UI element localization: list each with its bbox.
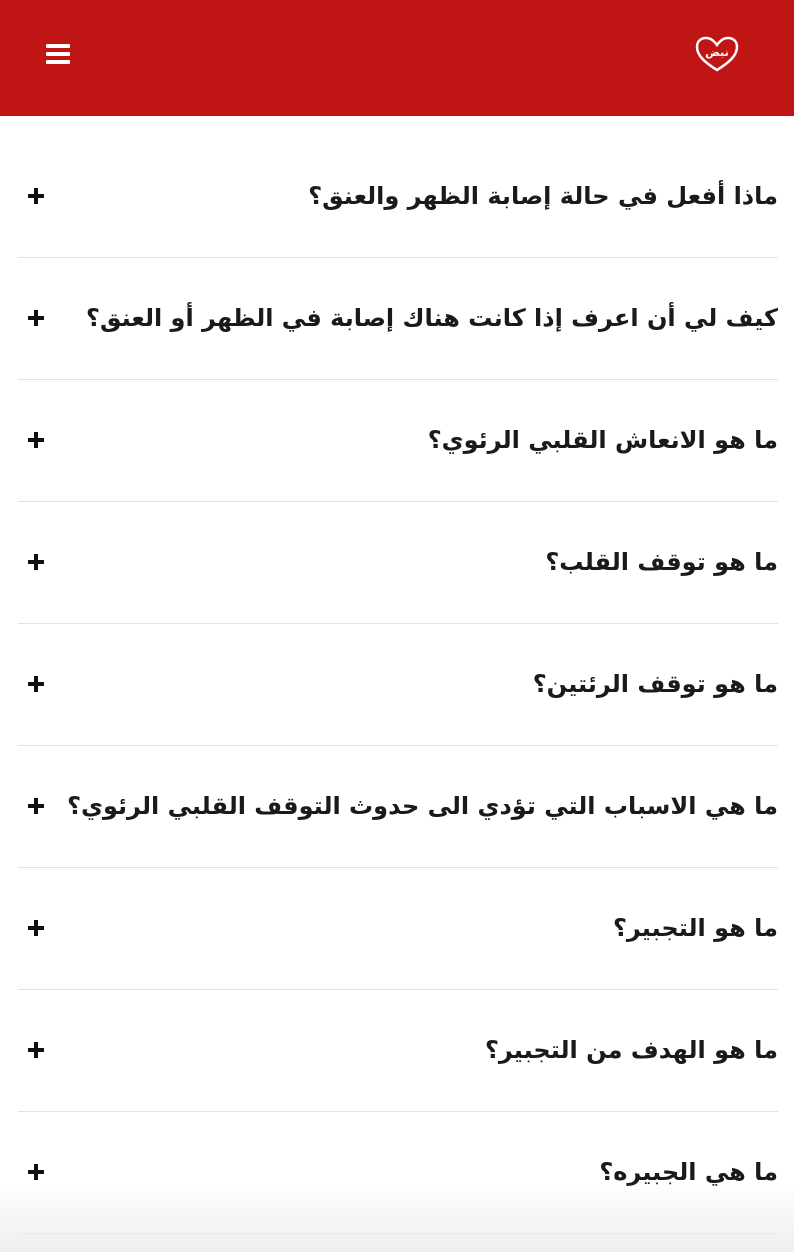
faq-question: ما هو توقف القلب؟ (545, 548, 778, 576)
faq-question: ما هو توقف الرئتين؟ (532, 670, 778, 698)
faq-item[interactable]: ما هو الهدف من التجبير؟ (18, 990, 778, 1112)
plus-icon[interactable] (28, 676, 44, 692)
logo-text: نبض (705, 46, 729, 59)
faq-item[interactable]: ما هو التجبير؟ (18, 868, 778, 990)
app-header: نبض (0, 0, 794, 116)
plus-icon[interactable] (28, 554, 44, 570)
faq-item[interactable]: ما هو توقف القلب؟ (18, 502, 778, 624)
faq-item[interactable]: ما هي الاسباب التي تؤدي الى حدوث التوقف … (18, 746, 778, 868)
faq-item[interactable]: ماذا أفعل في حالة إصابة الظهر والعنق؟ (18, 136, 778, 258)
plus-icon[interactable] (28, 310, 44, 326)
plus-icon[interactable] (28, 432, 44, 448)
plus-icon[interactable] (28, 798, 44, 814)
plus-icon[interactable] (28, 920, 44, 936)
app-logo[interactable]: نبض (694, 36, 740, 74)
faq-item[interactable]: كيف لي أن اعرف إذا كانت هناك إصابة في ال… (18, 258, 778, 380)
faq-question: كيف لي أن اعرف إذا كانت هناك إصابة في ال… (86, 304, 778, 332)
faq-question: ماذا أفعل في حالة إصابة الظهر والعنق؟ (308, 182, 778, 210)
menu-bar (46, 44, 70, 48)
plus-icon[interactable] (28, 1164, 44, 1180)
faq-item[interactable]: ما هو الانعاش القلبي الرئوي؟ (18, 380, 778, 502)
faq-item[interactable]: ما هي الجبيره؟ (18, 1112, 778, 1234)
faq-question: ما هو التجبير؟ (612, 914, 778, 942)
faq-question: ما هو الانعاش القلبي الرئوي؟ (427, 426, 778, 454)
plus-icon[interactable] (28, 188, 44, 204)
menu-bar (46, 60, 70, 64)
hamburger-menu-icon[interactable] (40, 38, 76, 70)
faq-question: ما هي الجبيره؟ (599, 1158, 778, 1186)
plus-icon[interactable] (28, 1042, 44, 1058)
menu-bar (46, 52, 70, 56)
faq-item[interactable]: ما هو توقف الرئتين؟ (18, 624, 778, 746)
faq-question: ما هو الهدف من التجبير؟ (484, 1036, 778, 1064)
faq-list: ماذا أفعل في حالة إصابة الظهر والعنق؟ كي… (18, 136, 778, 1234)
faq-question: ما هي الاسباب التي تؤدي الى حدوث التوقف … (67, 792, 778, 820)
